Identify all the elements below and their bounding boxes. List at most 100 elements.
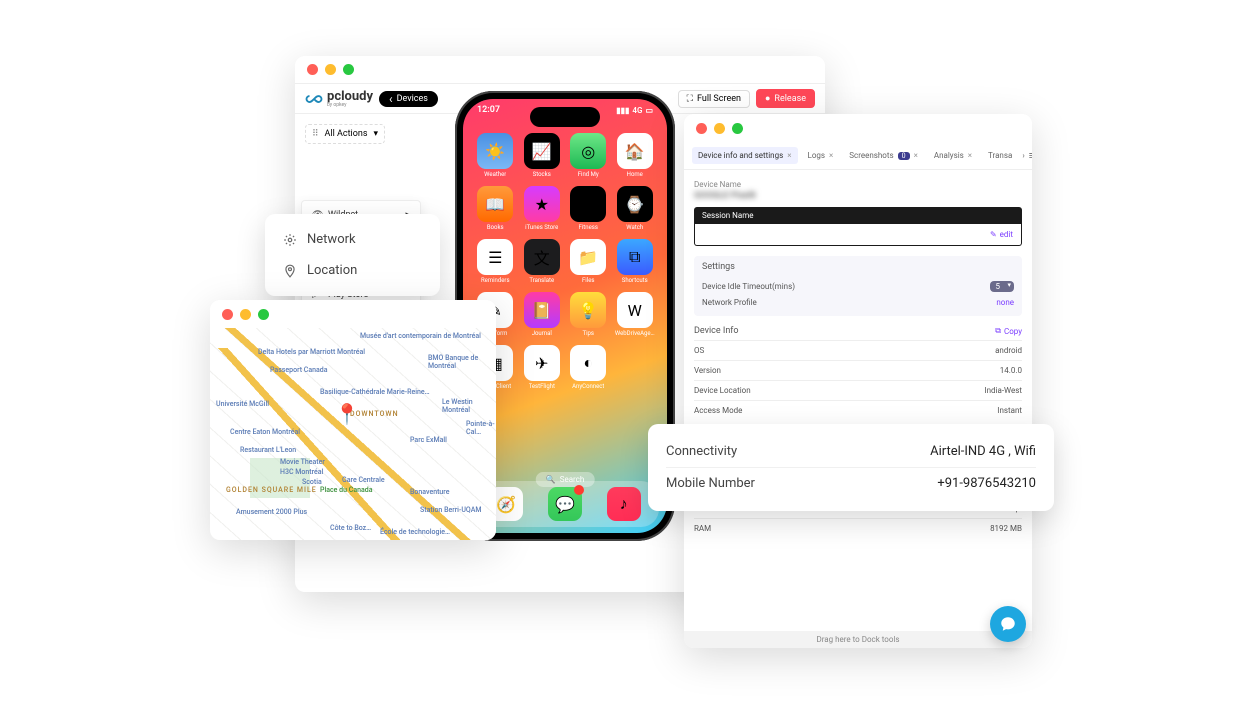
app-home[interactable]: 🏠Home	[615, 133, 656, 178]
dock-hint[interactable]: Drag here to Dock tools	[684, 631, 1032, 648]
map-pin-icon: 📍	[335, 402, 360, 426]
minimize-dot[interactable]	[240, 309, 251, 320]
connectivity-overlay: Connectivity Airtel-IND 4G , Wifi Mobile…	[648, 424, 1054, 511]
map-label: Centre Eaton Montréal	[230, 428, 300, 436]
app-journal[interactable]: 📔Journal	[522, 292, 563, 337]
map-label: Parc ExMall	[410, 436, 447, 444]
device-name-label: Device Name	[694, 180, 1022, 189]
app-find-my[interactable]: ◎Find My	[568, 133, 609, 178]
map-label: Place du Canada	[320, 486, 372, 494]
minimize-dot[interactable]	[325, 64, 336, 75]
app-itunes-store[interactable]: ★iTunes Store	[522, 186, 563, 231]
pcloudy-logo: pcloudy by opkey	[305, 90, 373, 108]
tabs-scroll-right[interactable]: ›	[1022, 151, 1024, 160]
mobile-number-value: +91-9876543210	[937, 476, 1036, 491]
info-titlebar	[684, 114, 1032, 142]
row-val: 14.0.0	[1000, 366, 1022, 375]
close-icon[interactable]: ×	[914, 151, 918, 160]
app-translate[interactable]: 文Translate	[522, 239, 563, 284]
devices-back-chip[interactable]: Devices	[379, 91, 438, 107]
row-key: Access Mode	[694, 406, 742, 415]
network-profile-value[interactable]: none	[996, 298, 1014, 307]
maximize-dot[interactable]	[258, 309, 269, 320]
pencil-icon: ✎	[990, 230, 997, 239]
tab-analysis[interactable]: Analysis×	[928, 147, 978, 164]
map-label: GOLDEN SQUARE MILE	[226, 486, 317, 494]
infinity-icon	[305, 90, 323, 108]
network-type: 4G	[632, 106, 642, 115]
power-icon: ●	[765, 93, 770, 104]
app-fitness[interactable]: ◉Fitness	[568, 186, 609, 231]
expand-icon: ⛶	[687, 94, 693, 104]
maximize-dot[interactable]	[732, 123, 743, 134]
map-label: Musée d'art contemporain de Montréal	[360, 332, 481, 340]
status-time: 12:07	[477, 105, 500, 115]
chat-fab[interactable]	[990, 606, 1026, 642]
logo-text: pcloudy	[327, 90, 373, 103]
map-label: Amusement 2000 Plus	[236, 508, 307, 516]
close-icon[interactable]: ×	[968, 151, 972, 160]
session-name-box: ✎edit	[694, 224, 1022, 246]
app-watch[interactable]: ⌚Watch	[615, 186, 656, 231]
close-dot[interactable]	[222, 309, 233, 320]
copy-icon: ⧉	[995, 326, 1001, 336]
map-label: Station Berri-UQAM	[420, 506, 482, 514]
map-label: Delta Hotels par Marriott Montréal	[258, 348, 365, 356]
edit-session-link[interactable]: ✎edit	[990, 230, 1013, 239]
row-val: android	[995, 346, 1022, 355]
close-icon[interactable]: ×	[829, 151, 833, 160]
tabs-menu-icon[interactable]: ≡	[1029, 149, 1032, 162]
row-key: Version	[694, 366, 721, 375]
release-button[interactable]: ●Release	[756, 89, 815, 108]
settings-panel: Settings Device Idle Timeout(mins) 5 Net…	[694, 256, 1022, 316]
map-titlebar	[210, 300, 496, 328]
row-key: RAM	[694, 524, 711, 533]
map-label: Restaurant L'Leon	[240, 446, 296, 454]
all-actions-dropdown[interactable]: ⠿ All Actions ▾	[305, 124, 385, 144]
logo-subtext: by opkey	[327, 103, 373, 108]
tab-transactions[interactable]: Transa	[982, 147, 1018, 164]
app-shortcuts[interactable]: ⧉Shortcuts	[615, 239, 656, 284]
tab-device-info[interactable]: Device info and settings×	[692, 147, 798, 164]
map-label: Bonaventure	[410, 488, 449, 496]
app-testflight[interactable]: ✈TestFlight	[522, 345, 563, 390]
map-label: BMO Banque de Montréal	[428, 354, 496, 370]
popover-item-location[interactable]: Location	[265, 255, 440, 286]
fullscreen-button[interactable]: ⛶Full Screen	[678, 90, 750, 108]
maximize-dot[interactable]	[343, 64, 354, 75]
close-icon[interactable]: ×	[787, 151, 791, 160]
map-label: Côte to Boz…	[330, 524, 371, 532]
tab-screenshots[interactable]: Screenshots0×	[843, 147, 924, 164]
main-titlebar	[295, 56, 825, 84]
map-canvas[interactable]: Université McGill DOWNTOWN GOLDEN SQUARE…	[210, 328, 496, 540]
minimize-dot[interactable]	[714, 123, 725, 134]
mobile-number-label: Mobile Number	[666, 476, 755, 491]
app-webdrive[interactable]: WWebDriveAge…	[615, 292, 656, 337]
dock-messages[interactable]: 💬	[548, 487, 582, 521]
copy-device-info[interactable]: ⧉Copy	[995, 326, 1022, 336]
popover-item-network[interactable]: Network	[265, 224, 440, 255]
map-label: Pointe-à-Cal…	[466, 420, 496, 436]
network-profile-label: Network Profile	[702, 298, 757, 307]
settings-title: Settings	[702, 262, 1014, 272]
app-files[interactable]: 📁Files	[568, 239, 609, 284]
app-books[interactable]: 📖Books	[475, 186, 516, 231]
app-anyconnect[interactable]: ◐AnyConnect	[568, 345, 609, 390]
row-val: India-West	[984, 386, 1022, 395]
tab-logs[interactable]: Logs×	[802, 147, 840, 164]
app-reminders[interactable]: ☰Reminders	[475, 239, 516, 284]
close-dot[interactable]	[696, 123, 707, 134]
home-dock: 🧭 💬 ♪	[471, 481, 659, 527]
device-name-value: GOOGLE Pixel8	[694, 191, 1022, 201]
map-label: École de technologie…	[380, 528, 450, 536]
row-val: Instant	[997, 406, 1022, 415]
idle-timeout-select[interactable]: 5	[990, 281, 1015, 292]
app-tips[interactable]: 💡Tips	[568, 292, 609, 337]
map-window: Université McGill DOWNTOWN GOLDEN SQUARE…	[210, 300, 496, 540]
close-dot[interactable]	[307, 64, 318, 75]
dock-music[interactable]: ♪	[607, 487, 641, 521]
map-label: Université McGill	[216, 400, 269, 408]
app-stocks[interactable]: 📈Stocks	[522, 133, 563, 178]
app-weather[interactable]: ☀️Weather	[475, 133, 516, 178]
network-icon	[283, 233, 297, 247]
